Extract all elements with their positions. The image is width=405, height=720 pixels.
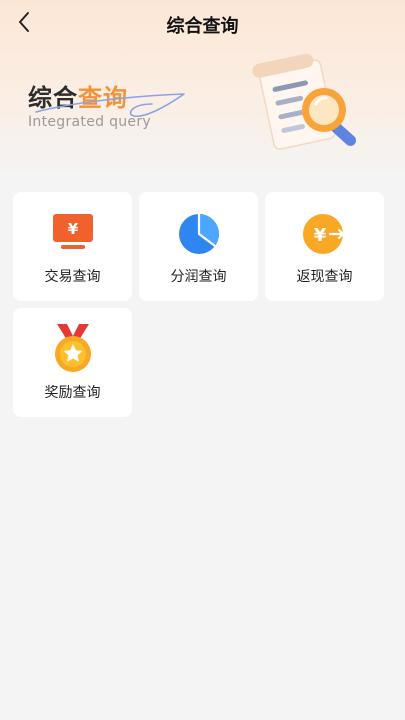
page-title: 综合查询: [166, 16, 239, 37]
menu-label: 奖励查询: [44, 385, 101, 401]
menu-card-reward-query[interactable]: 奖励查询: [13, 308, 132, 417]
medal-icon: [54, 324, 91, 372]
svg-text:¥: ¥: [313, 225, 326, 246]
pie-chart-icon: [178, 214, 219, 254]
menu-card-profit-share-query[interactable]: 分润查询: [139, 192, 258, 301]
menu-label: 分润查询: [170, 269, 227, 285]
yen-arrow-icon: ¥: [302, 214, 344, 254]
banner-subtitle: Integrated query: [28, 114, 151, 130]
svg-text:¥: ¥: [67, 220, 78, 238]
menu-card-cashback-query[interactable]: ¥ 返现查询: [265, 192, 384, 301]
menu-label: 交易查询: [44, 269, 101, 285]
monitor-yen-icon: ¥: [52, 214, 93, 249]
menu-card-transaction-query[interactable]: ¥ 交易查询: [13, 192, 132, 301]
document-magnifier-illustration: [252, 53, 357, 150]
menu-label: 返现查询: [296, 269, 353, 285]
